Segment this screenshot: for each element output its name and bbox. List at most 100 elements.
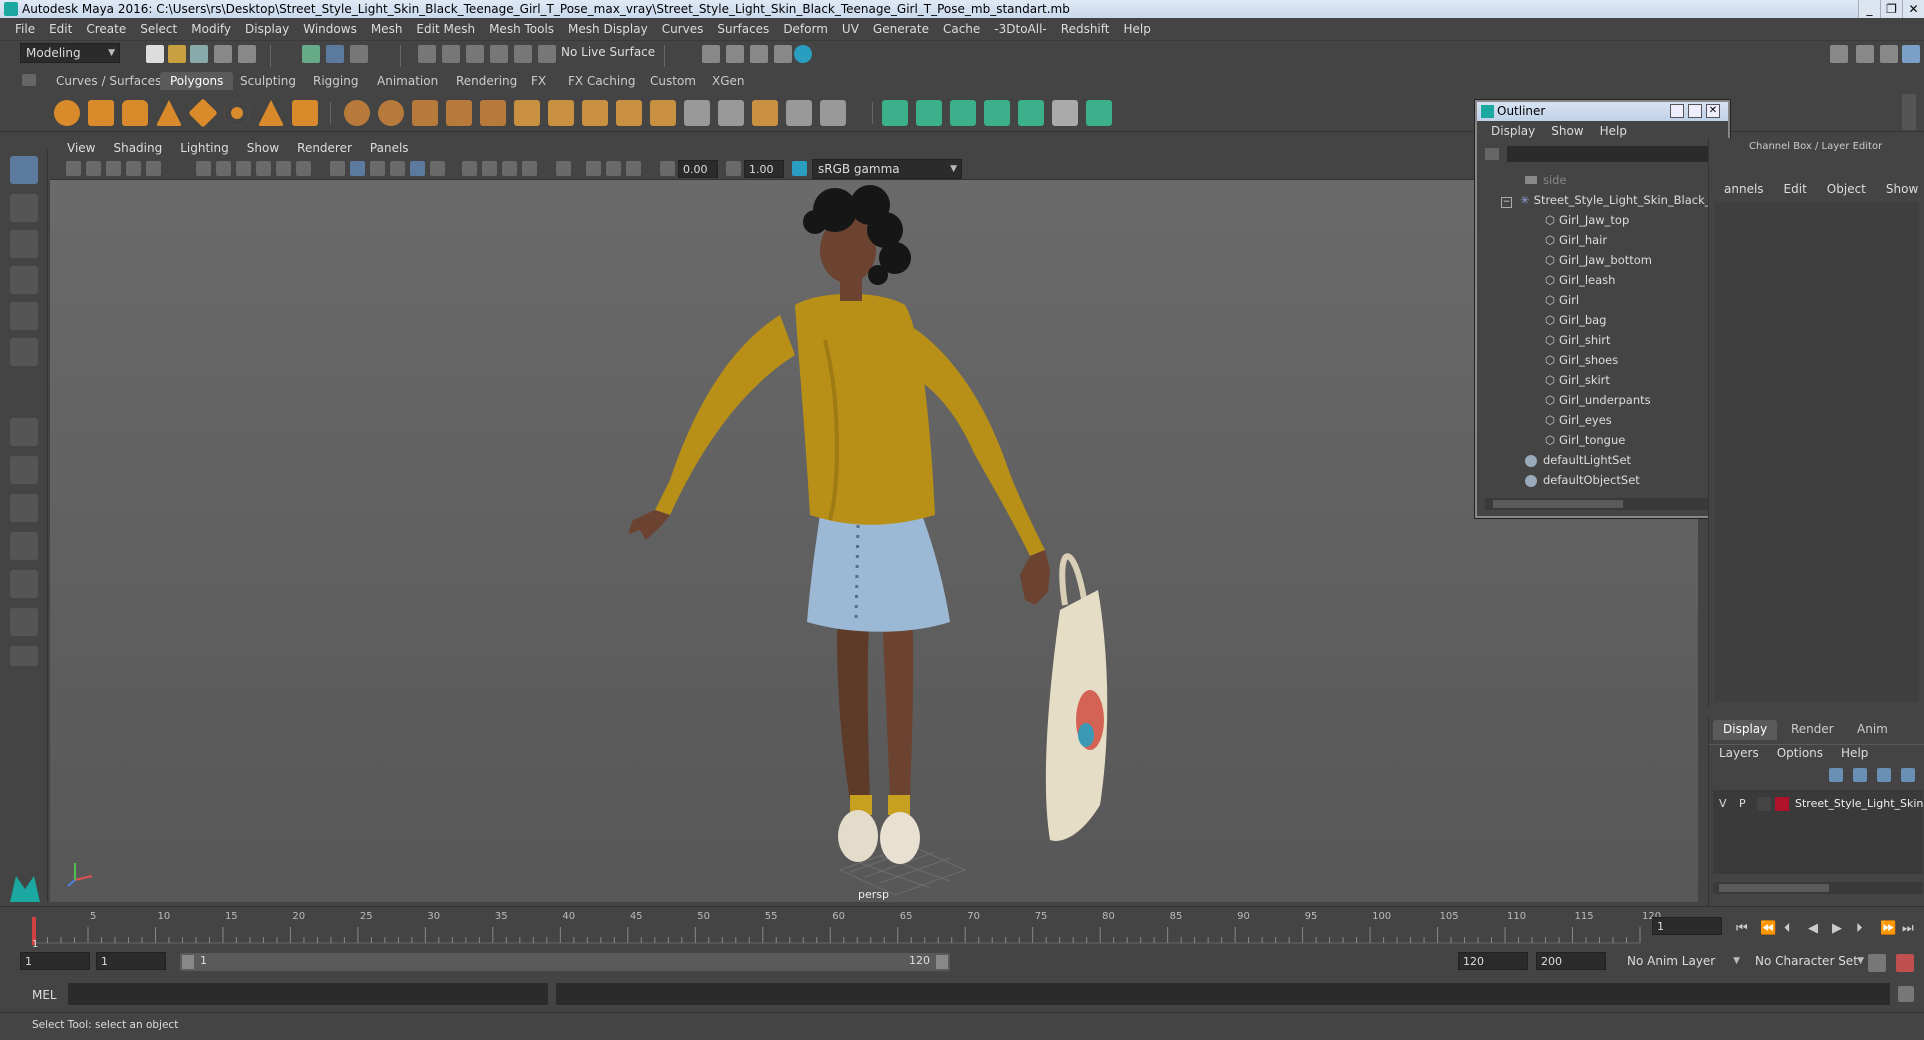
view-transform-dropdown[interactable]: sRGB gamma ▼ xyxy=(812,159,962,179)
viewport-menu-lighting[interactable]: Lighting xyxy=(171,141,238,155)
restore-button[interactable]: ❐ xyxy=(1880,0,1902,18)
shelf-tab-fx[interactable]: FX xyxy=(521,72,556,90)
render-view-icon[interactable] xyxy=(702,45,720,63)
outliner-row-mesh[interactable]: ⬡ Girl xyxy=(1477,290,1713,310)
outliner-row-mesh[interactable]: ⬡ Girl_underpants xyxy=(1477,390,1713,410)
depth-of-field-icon[interactable] xyxy=(522,161,537,176)
color-management-icon[interactable] xyxy=(792,161,807,176)
separate-icon[interactable] xyxy=(378,100,404,126)
uv-cylindrical-icon[interactable] xyxy=(916,100,942,126)
fill-hole-icon[interactable] xyxy=(650,100,676,126)
range-slider-bar[interactable]: 1 120 xyxy=(180,953,950,971)
extrude-icon[interactable] xyxy=(514,100,540,126)
animation-preferences-icon[interactable] xyxy=(1896,954,1914,972)
script-editor-icon[interactable] xyxy=(1898,986,1914,1002)
menu-3dtoall[interactable]: -3DtoAll- xyxy=(987,22,1053,36)
select-by-component-icon[interactable] xyxy=(350,45,368,63)
collapse-icon[interactable]: − xyxy=(1501,197,1512,208)
bridge-icon[interactable] xyxy=(582,100,608,126)
menu-modify[interactable]: Modify xyxy=(184,22,238,36)
offset-edge-loop-icon[interactable] xyxy=(786,100,812,126)
shelf-tab-polygons[interactable]: Polygons xyxy=(160,72,234,90)
menu-generate[interactable]: Generate xyxy=(866,22,936,36)
channel-menu-show[interactable]: Show xyxy=(1886,182,1918,196)
playback-end-field[interactable]: 120 xyxy=(1458,952,1528,970)
single-pane-layout-icon[interactable] xyxy=(10,418,38,446)
hypershade-icon[interactable] xyxy=(794,45,812,63)
layer-tab-render[interactable]: Render xyxy=(1781,720,1844,738)
play-backward-icon[interactable]: ◀ xyxy=(1808,921,1818,936)
menu-edit-mesh[interactable]: Edit Mesh xyxy=(409,22,482,36)
scene-start-field[interactable]: 1 xyxy=(20,952,90,970)
layer-row[interactable]: V P Street_Style_Light_Skin xyxy=(1713,794,1923,814)
playback-start-field[interactable]: 1 xyxy=(96,952,166,970)
outliner-row-mesh[interactable]: ⬡ Girl_shirt xyxy=(1477,330,1713,350)
step-back-key-icon[interactable]: ⏴ xyxy=(1784,921,1791,936)
viewport-menu-view[interactable]: View xyxy=(58,141,104,155)
uv-spherical-icon[interactable] xyxy=(950,100,976,126)
insert-edge-loop-icon[interactable] xyxy=(752,100,778,126)
uv-automatic-icon[interactable] xyxy=(984,100,1010,126)
minimize-icon[interactable] xyxy=(1670,104,1684,118)
filter-icon[interactable] xyxy=(1485,148,1499,160)
menu-mesh-display[interactable]: Mesh Display xyxy=(561,22,655,36)
channel-menu-channels[interactable]: annels xyxy=(1724,182,1764,196)
poly-pyramid-icon[interactable] xyxy=(258,100,284,126)
gamma-field[interactable]: 1.00 xyxy=(744,160,784,178)
grid-toggle-icon[interactable] xyxy=(196,161,211,176)
layer-playback-toggle[interactable]: P xyxy=(1739,797,1746,810)
poly-cylinder-icon[interactable] xyxy=(122,100,148,126)
outliner-row-mesh[interactable]: ⬡ Girl_leash xyxy=(1477,270,1713,290)
outliner-row-mesh[interactable]: ⬡ Girl_eyes xyxy=(1477,410,1713,430)
current-frame-field[interactable]: 1 xyxy=(1652,917,1722,935)
bookmark-icon[interactable] xyxy=(106,161,121,176)
uv-planar-icon[interactable] xyxy=(882,100,908,126)
snap-live-icon[interactable] xyxy=(514,45,532,63)
move-layer-down-icon[interactable] xyxy=(1853,768,1867,782)
redo-icon[interactable] xyxy=(238,45,256,63)
layer-menu-help[interactable]: Help xyxy=(1841,746,1868,760)
move-tool-icon[interactable] xyxy=(10,266,38,294)
ambient-occlusion-icon[interactable] xyxy=(462,161,477,176)
target-weld-icon[interactable] xyxy=(718,100,744,126)
shadows-icon[interactable] xyxy=(430,161,445,176)
new-layer-icon[interactable] xyxy=(1877,768,1891,782)
open-scene-icon[interactable] xyxy=(168,45,186,63)
uv-unfold-icon[interactable] xyxy=(1018,100,1044,126)
gate-mask-icon[interactable] xyxy=(256,161,271,176)
poly-torus-icon[interactable] xyxy=(224,100,250,126)
anim-layer-dropdown[interactable]: No Anim Layer ▼ xyxy=(1622,952,1744,972)
grease-pencil-icon[interactable] xyxy=(146,161,161,176)
snap-grid-icon[interactable] xyxy=(418,45,436,63)
shelf-tab-rendering[interactable]: Rendering xyxy=(446,72,527,90)
xray-components-icon[interactable] xyxy=(626,161,641,176)
viewport-menu-show[interactable]: Show xyxy=(238,141,288,155)
scale-tool-icon[interactable] xyxy=(10,338,38,366)
new-layer-selected-icon[interactable] xyxy=(1901,768,1915,782)
scrollbar-thumb[interactable] xyxy=(1493,500,1623,508)
field-chart-icon[interactable] xyxy=(276,161,291,176)
range-end-handle[interactable] xyxy=(936,955,948,969)
outliner-row-group[interactable]: − ✳ Street_Style_Light_Skin_Black_Tee xyxy=(1477,190,1713,210)
menu-surfaces[interactable]: Surfaces xyxy=(710,22,776,36)
poly-sphere-icon[interactable] xyxy=(54,100,80,126)
snap-view-plane-icon[interactable] xyxy=(490,45,508,63)
toggle-attribute-editor-icon[interactable] xyxy=(1856,45,1874,63)
mirror-icon[interactable] xyxy=(412,100,438,126)
workspace-icon[interactable] xyxy=(1830,45,1848,63)
command-input[interactable] xyxy=(68,983,548,1005)
shelf-scroll-icon[interactable] xyxy=(1902,94,1916,130)
scrollbar-thumb[interactable] xyxy=(1719,884,1829,892)
wireframe-on-shaded-icon[interactable] xyxy=(370,161,385,176)
poly-plane-icon[interactable] xyxy=(188,98,218,128)
isolate-select-icon[interactable] xyxy=(556,161,571,176)
select-by-object-icon[interactable] xyxy=(326,45,344,63)
shelf-tab-fx-caching[interactable]: FX Caching xyxy=(558,72,645,90)
menu-mesh[interactable]: Mesh xyxy=(364,22,410,36)
append-polygon-icon[interactable] xyxy=(616,100,642,126)
play-forward-icon[interactable]: ▶ xyxy=(1832,921,1842,936)
menu-curves[interactable]: Curves xyxy=(655,22,711,36)
save-scene-icon[interactable] xyxy=(190,45,208,63)
menu-file[interactable]: File xyxy=(8,22,42,36)
wireframe-icon[interactable] xyxy=(330,161,345,176)
